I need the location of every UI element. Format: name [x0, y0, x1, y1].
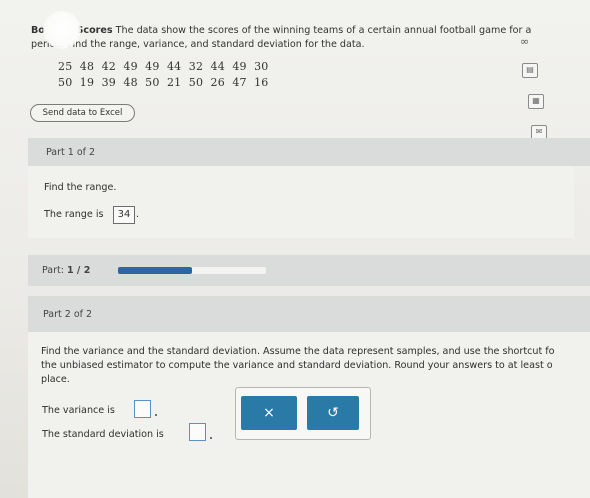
range-suffix: . [136, 209, 140, 220]
screen-glare [43, 11, 81, 49]
progress-band: Part: 1 / 2 [28, 255, 590, 286]
part1-header: Part 1 of 2 [46, 147, 96, 158]
progress-label: Part: 1 / 2 [42, 265, 90, 276]
data-row-2: 50 19 39 48 50 21 50 26 47 16 [58, 76, 269, 89]
part2-prompt-line1: Find the variance and the standard devia… [41, 346, 555, 357]
undo-button[interactable]: ↺ [307, 396, 359, 430]
progress-label-prefix: Part: [42, 265, 64, 276]
stddev-input[interactable] [189, 423, 206, 441]
progress-label-value: 1 / 2 [67, 265, 91, 276]
range-answer-box[interactable]: 34 [113, 206, 135, 224]
data-table: 25 48 42 49 49 44 32 44 49 30 50 19 39 4… [58, 60, 269, 92]
part1-prompt: Find the range. [44, 182, 117, 193]
stddev-period [210, 437, 212, 439]
progress-bar [118, 267, 266, 274]
calculator-icon[interactable]: ▤ [522, 63, 538, 78]
homework-page: Bo nner Scores The data show the scores … [0, 0, 590, 498]
stddev-label: The standard deviation is [42, 429, 164, 440]
problem-text-line2: period. Find the range, variance, and st… [31, 39, 365, 50]
clear-button[interactable]: × [241, 396, 297, 430]
send-to-excel-button[interactable]: Send data to Excel [30, 104, 135, 122]
part1-panel: Find the range. The range is 34 . [28, 166, 574, 238]
part2-header: Part 2 of 2 [43, 309, 93, 320]
progress-bar-fill [118, 267, 192, 274]
range-label: The range is [44, 209, 104, 220]
part2-prompt-line3: place. [41, 374, 70, 385]
part2-prompt-line2: the unbiased estimator to compute the va… [41, 360, 553, 371]
infinity-icon[interactable]: ∞ [520, 35, 529, 48]
part2-header-band: Part 2 of 2 [28, 296, 590, 332]
variance-period [155, 414, 157, 416]
part1-header-band: Part 1 of 2 [28, 138, 590, 166]
variance-input[interactable] [134, 400, 151, 418]
data-row-1: 25 48 42 49 49 44 32 44 49 30 [58, 60, 269, 73]
expand-icon[interactable]: ▦ [528, 94, 544, 109]
problem-statement: Bo nner Scores The data show the scores … [31, 24, 571, 52]
variance-label: The variance is [42, 405, 115, 416]
problem-text-line1: The data show the scores of the winning … [112, 25, 532, 36]
